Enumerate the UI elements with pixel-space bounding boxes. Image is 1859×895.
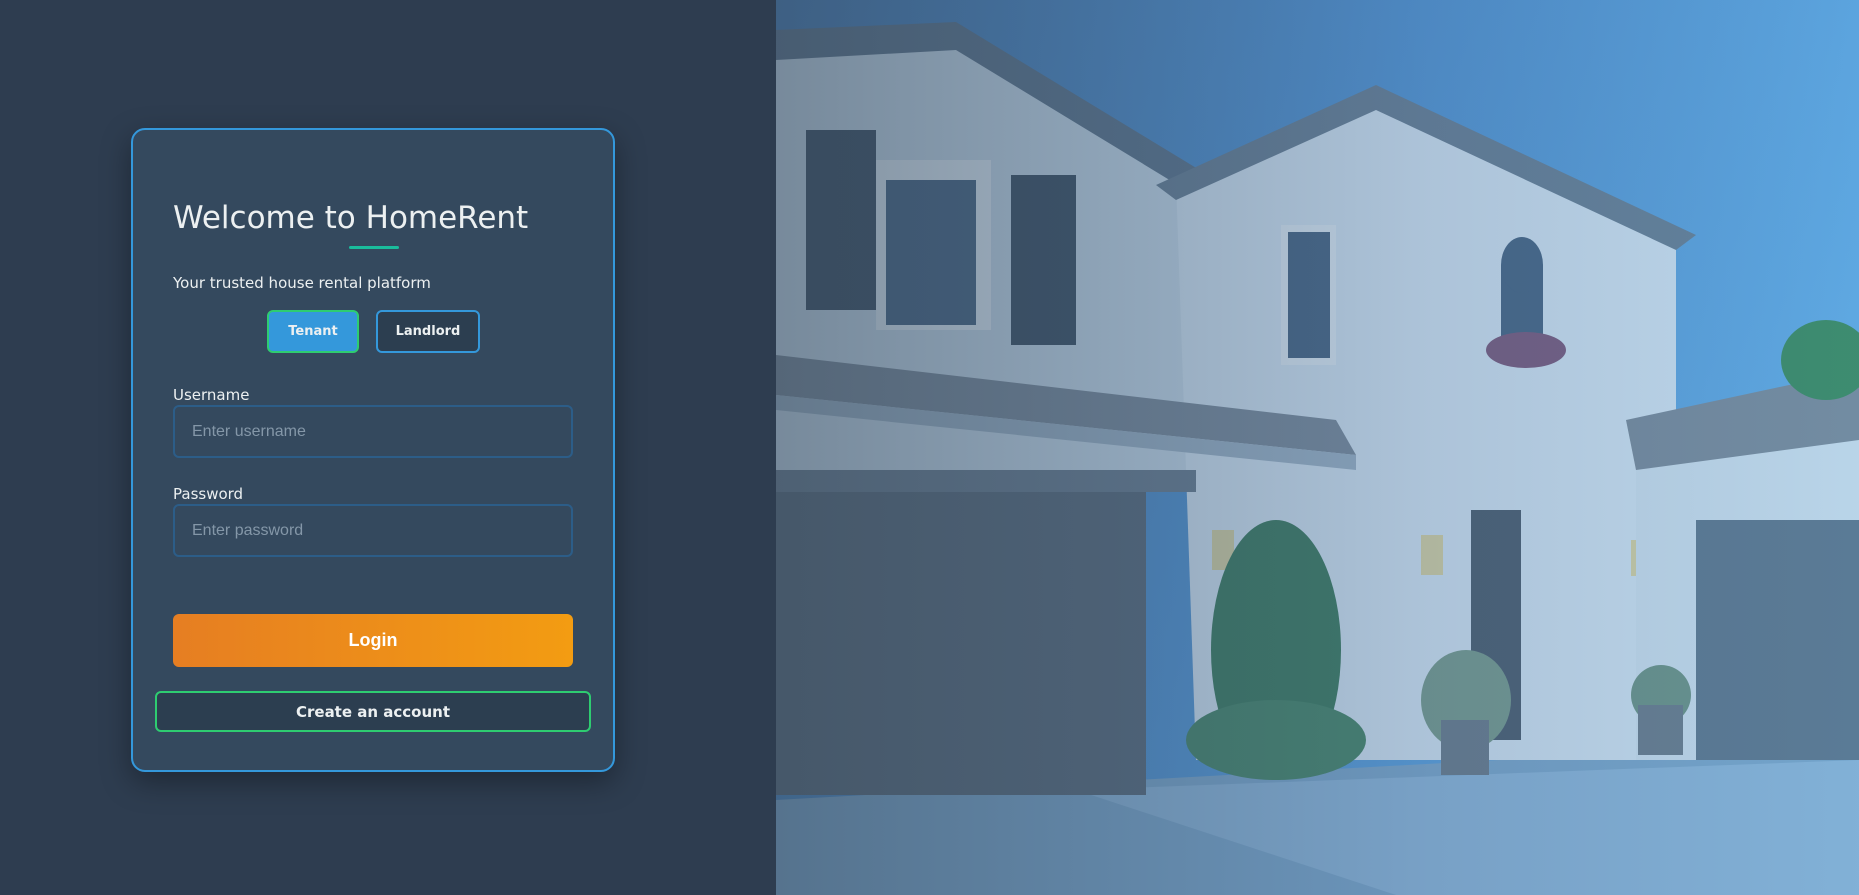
hero-overlay (776, 0, 1859, 895)
title-underline (349, 246, 399, 249)
login-card: Welcome to HomeRent Your trusted house r… (131, 128, 615, 772)
username-label: Username (173, 386, 250, 404)
page-title: Welcome to HomeRent (173, 200, 529, 236)
password-label: Password (173, 485, 244, 503)
left-pane: Welcome to HomeRent Your trusted house r… (0, 0, 776, 895)
role-tenant-button[interactable]: Tenant (267, 310, 359, 353)
password-input[interactable] (173, 504, 573, 557)
page-subtitle: Your trusted house rental platform (173, 274, 431, 292)
username-input[interactable] (173, 405, 573, 458)
login-button[interactable]: Login (173, 614, 573, 667)
role-landlord-button[interactable]: Landlord (376, 310, 480, 353)
hero-house-image (776, 0, 1859, 895)
create-account-button[interactable]: Create an account (155, 691, 591, 732)
